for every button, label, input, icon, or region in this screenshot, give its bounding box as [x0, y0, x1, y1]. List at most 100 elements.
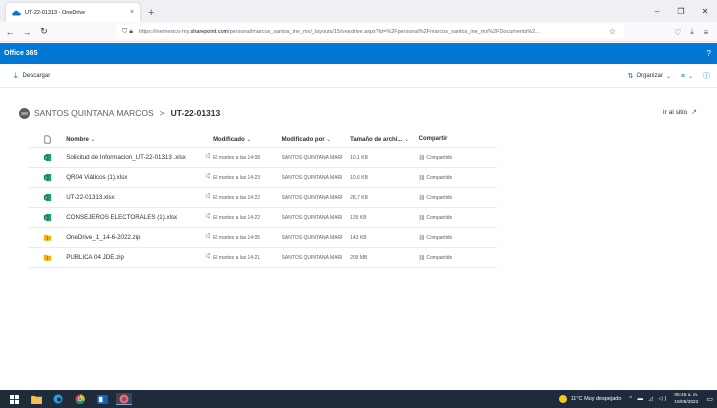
breadcrumb: SM SANTOS QUINTANA MARCOS > UT-22-01313: [19, 105, 220, 121]
office-365-title[interactable]: Office 365: [4, 50, 37, 57]
modified-column-header[interactable]: Modificado ⌄: [213, 136, 282, 143]
share-action-icon[interactable]: ⤮: [205, 234, 213, 241]
download-label: Descargar: [22, 72, 51, 79]
share-action-icon[interactable]: ⤮: [205, 154, 213, 161]
chrome-icon[interactable]: [72, 393, 88, 405]
file-name-link[interactable]: UT-22-01313.xlsx: [66, 194, 205, 201]
outlook-icon[interactable]: [94, 393, 110, 405]
file-size: 28,7 KB: [350, 194, 368, 201]
excel-file-icon: X: [43, 153, 52, 162]
share-action-icon[interactable]: ⤮: [205, 254, 213, 261]
share-action-icon[interactable]: ⤮: [205, 214, 213, 221]
sharing-status[interactable]: ⛓︎ Compartido: [419, 155, 497, 161]
file-size: 10,6 KB: [350, 174, 368, 181]
command-bar: ⤓ Descargar ⇅ Organizar ⌄ ≡ ⌄ ⓘ: [0, 64, 717, 88]
file-name-link[interactable]: CONSEJEROS ELECTORALES (1).xlsx: [66, 214, 205, 221]
sharing-status[interactable]: ⛓︎ Compartido: [419, 235, 497, 241]
weather-widget[interactable]: 11°C Muy despejado: [558, 395, 622, 403]
modified-by: SANTOS QUINTANA MARI: [281, 234, 343, 241]
command-bar-right: ⇅ Organizar ⌄ ≡ ⌄ ⓘ: [618, 64, 713, 88]
link-icon: ⛓︎: [418, 234, 426, 241]
address-bar[interactable]: ⛉ 🔒︎ https://inemexico-my. sharepoint.com…: [116, 24, 624, 39]
download-button[interactable]: ⤓ Descargar: [14, 71, 50, 81]
modified-date: El martes a las 14:08: [213, 154, 261, 161]
windows-taskbar: 11°C Muy despejado ^ ▬ ◿ ◁) 05:45 a. m. …: [0, 390, 717, 408]
table-row[interactable]: PÚBLICA 04 JDE.zip ⤮ El martes a las 14:…: [29, 248, 497, 268]
modified-date: El martes a las 14:21: [213, 254, 261, 261]
help-icon[interactable]: ?: [707, 49, 711, 58]
table-row[interactable]: X CONSEJEROS ELECTORALES (1).xlsx ⤮ El m…: [29, 208, 497, 228]
file-size: 209 MB: [350, 254, 368, 261]
pocket-icon[interactable]: ♡: [671, 28, 685, 37]
file-type-column[interactable]: [29, 135, 66, 144]
modified-by: SANTOS QUINTANA MARI: [281, 254, 343, 261]
go-to-site-link[interactable]: Ir al sitio ↗: [663, 108, 697, 117]
sort-icon: ⇅: [627, 73, 634, 80]
reload-icon[interactable]: ↻: [37, 26, 51, 37]
minimize-icon[interactable]: –: [645, 7, 669, 16]
windows-start-icon[interactable]: [6, 393, 22, 405]
close-tab-icon[interactable]: ×: [130, 9, 134, 16]
shield-lock-icon: ⛉ 🔒︎: [122, 27, 133, 35]
forward-arrow-icon[interactable]: →: [20, 27, 34, 37]
avatar: SM: [19, 107, 30, 119]
maximize-icon[interactable]: ❐: [669, 7, 693, 16]
share-action-icon[interactable]: ⤮: [205, 194, 213, 201]
sort-button[interactable]: ⇅ Organizar ⌄: [628, 72, 671, 80]
firefox-icon[interactable]: [116, 393, 132, 405]
chevron-down-icon: ⌄: [687, 73, 693, 80]
table-row[interactable]: X Solicitud de Informacion_UT-22-01313 .…: [29, 148, 497, 168]
new-tab-button[interactable]: +: [148, 7, 154, 19]
file-list-header: Nombre ⌄ Modificado ⌄ Modificado por ⌄ T…: [29, 131, 497, 148]
sharing-column-header[interactable]: Compartir: [419, 136, 497, 142]
link-icon: ⛓︎: [418, 194, 426, 201]
onedrive-cloud-icon: [12, 10, 21, 15]
sharing-status[interactable]: ⛓︎ Compartido: [419, 195, 497, 201]
download-icon: ⤓: [14, 70, 18, 80]
clock[interactable]: 05:45 a. m. 19/06/2022: [674, 392, 698, 406]
name-column-header[interactable]: Nombre ⌄: [66, 136, 205, 143]
size-column-header[interactable]: Tamaño de archi... ⌄: [350, 136, 419, 143]
browser-nav-bar: ← → ↻ ⛉ 🔒︎ https://inemexico-my. sharepoi…: [0, 22, 717, 42]
table-row[interactable]: X UT-22-01313.xlsx ⤮ El martes a las 14:…: [29, 188, 497, 208]
window-controls: – ❐ ✕: [645, 0, 717, 22]
url-rest: /personal/marcos_santos_ine_mx/_layouts/…: [228, 28, 540, 35]
menu-icon[interactable]: ≡: [699, 28, 713, 37]
file-explorer-icon[interactable]: [28, 393, 44, 405]
sharing-status[interactable]: ⛓︎ Compartido: [419, 175, 497, 181]
table-row[interactable]: X QR04 Viáticos (1).xlsx ⤮ El martes a l…: [29, 168, 497, 188]
edge-icon[interactable]: [50, 393, 66, 405]
document-icon: [44, 135, 51, 143]
breadcrumb-parent[interactable]: SANTOS QUINTANA MARCOS: [34, 108, 154, 118]
excel-file-icon: X: [43, 173, 52, 182]
excel-file-icon: X: [43, 213, 52, 222]
file-name-link[interactable]: PÚBLICA 04 JDE.zip: [66, 254, 205, 261]
back-arrow-icon[interactable]: ←: [3, 27, 17, 37]
close-window-icon[interactable]: ✕: [693, 7, 717, 16]
browser-tab-bar: UT-22-01313 - OneDrive × + – ❐ ✕: [0, 0, 717, 22]
modified-date: El martes a las 14:23: [213, 174, 261, 181]
file-size: 10,1 KB: [350, 154, 368, 161]
modified-by: SANTOS QUINTANA MARI: [281, 154, 343, 161]
browser-tab[interactable]: UT-22-01313 - OneDrive ×: [6, 3, 140, 22]
file-name-link[interactable]: Solicitud de Informacion_UT-22-01313 .xl…: [66, 154, 205, 161]
tab-title: UT-22-01313 - OneDrive: [25, 9, 86, 16]
modified-by-column-header[interactable]: Modificado por ⌄: [282, 136, 351, 143]
temperature: 11°C: [570, 396, 583, 402]
share-action-icon[interactable]: ⤮: [205, 174, 213, 181]
sharing-status[interactable]: ⛓︎ Compartido: [419, 215, 497, 221]
file-name-link[interactable]: OneDrive_1_14-6-2022.zip: [66, 234, 205, 241]
table-row[interactable]: OneDrive_1_14-6-2022.zip ⤮ El martes a l…: [29, 228, 497, 248]
weather-condition: Muy despejado: [584, 396, 622, 402]
view-options-button[interactable]: ≡ ⌄: [681, 73, 693, 80]
external-arrow-icon: ↗: [691, 109, 697, 116]
info-button[interactable]: ⓘ: [703, 71, 713, 81]
zip-file-icon: [43, 254, 52, 261]
downloads-icon[interactable]: ⤓: [685, 27, 699, 37]
notifications-icon[interactable]: ▭: [706, 395, 713, 403]
tray-icons[interactable]: ^ ▬ ◿ ◁): [629, 396, 668, 402]
sort-label: Organizar: [636, 73, 663, 79]
file-name-link[interactable]: QR04 Viáticos (1).xlsx: [66, 174, 205, 181]
bookmark-star-icon[interactable]: ☆: [609, 27, 616, 36]
sharing-status[interactable]: ⛓︎ Compartido: [419, 255, 497, 261]
